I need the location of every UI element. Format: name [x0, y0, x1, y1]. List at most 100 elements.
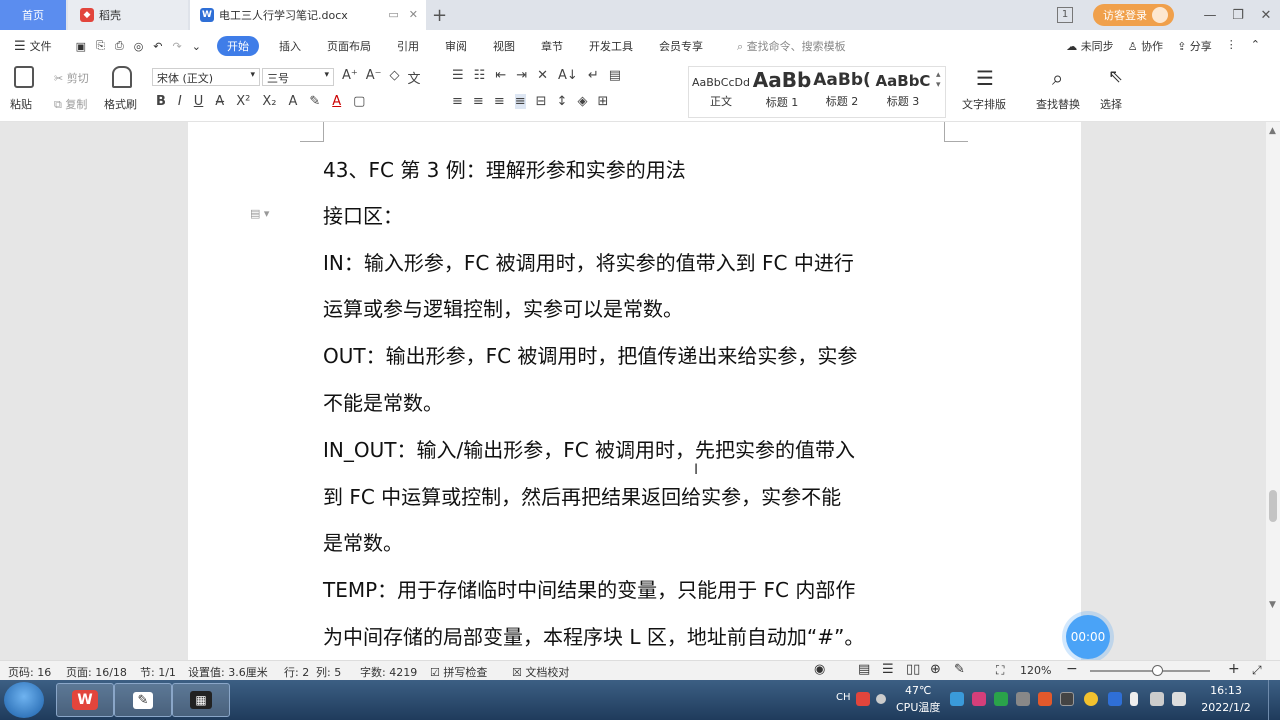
borders-icon[interactable]: ⊞	[597, 94, 608, 109]
tray-coin-icon[interactable]	[1084, 692, 1098, 706]
justify-icon[interactable]: ≡	[514, 94, 526, 109]
style-heading-3[interactable]: AaBbC 标题 3	[872, 68, 934, 116]
highlight-icon[interactable]: ✎	[309, 94, 320, 109]
tab-home[interactable]: 首页	[0, 0, 66, 30]
document-page[interactable]: 43、FC 第 3 例：理解形参和实参的用法 ▤ ▾ 接口区： IN：输入形参，…	[188, 122, 1081, 660]
bullet-list-icon[interactable]: ☰	[452, 68, 464, 83]
status-col[interactable]: 列: 5	[316, 664, 341, 680]
redo-icon[interactable]: ↷	[173, 40, 182, 53]
line-spacing-icon[interactable]: ↕	[557, 94, 568, 109]
print-icon[interactable]: ⎙	[115, 39, 124, 53]
preview-icon[interactable]: ◎	[134, 40, 144, 53]
tab-daoke[interactable]: ◆ 稻壳	[68, 0, 188, 30]
status-setting[interactable]: 设置值: 3.6厘米	[188, 664, 268, 680]
status-word-count[interactable]: 字数: 4219	[360, 664, 417, 680]
page-view-icon[interactable]: ▤	[858, 662, 870, 677]
align-right-icon[interactable]: ≡	[494, 94, 505, 109]
minimize-button[interactable]: —	[1196, 8, 1224, 23]
superscript-icon[interactable]: X²	[236, 94, 250, 109]
guest-login-button[interactable]: 访客登录	[1093, 4, 1174, 26]
cpu-temperature[interactable]: 47℃ CPU温度	[896, 682, 940, 716]
style-heading-1[interactable]: AaBb 标题 1	[752, 68, 812, 116]
scrollbar-thumb[interactable]	[1269, 490, 1277, 522]
menu-developer[interactable]: 开发工具	[589, 38, 633, 54]
paragraph-handle-icon[interactable]: ▤ ▾	[250, 207, 269, 220]
zoom-slider-handle[interactable]	[1152, 665, 1163, 676]
float-window-icon[interactable]: ▭	[388, 8, 398, 21]
start-button[interactable]	[4, 682, 44, 718]
font-shrink-icon[interactable]: A⁻	[366, 68, 382, 87]
menu-start[interactable]: 开始	[216, 36, 259, 56]
tray-notify-icon[interactable]	[1038, 692, 1052, 706]
style-heading-2[interactable]: AaBb( 标题 2	[812, 68, 872, 116]
eye-protection-icon[interactable]: ◉	[814, 662, 825, 677]
save-icon[interactable]: ▣	[76, 40, 86, 53]
menu-review[interactable]: 审阅	[445, 38, 467, 54]
collapse-ribbon-icon[interactable]: ⌃	[1251, 38, 1260, 54]
zoom-level[interactable]: 120%	[1020, 664, 1051, 677]
menu-references[interactable]: 引用	[397, 38, 419, 54]
zoom-slider[interactable]	[1090, 670, 1210, 672]
restore-button[interactable]: ❐	[1224, 8, 1252, 23]
font-size-select[interactable]: 三号 ▾	[262, 68, 334, 86]
find-replace-label[interactable]: 查找替换	[1036, 96, 1080, 112]
reading-view-icon[interactable]: ▯▯	[906, 662, 920, 677]
menu-insert[interactable]: 插入	[279, 38, 301, 54]
input-language[interactable]: CH	[836, 692, 851, 703]
close-window-button[interactable]: ✕	[1252, 8, 1280, 23]
bluetooth-icon[interactable]	[1108, 692, 1122, 706]
export-icon[interactable]: ⎘	[96, 39, 105, 53]
input-mode-icon[interactable]	[876, 694, 886, 704]
vertical-scrollbar[interactable]: ▲ ▼	[1266, 122, 1280, 660]
share-button[interactable]: ⇪ 分享	[1177, 38, 1212, 54]
taskbar-drawing-app[interactable]: ✎	[114, 683, 172, 717]
scroll-up-icon[interactable]: ▲	[1269, 126, 1276, 136]
fit-page-icon[interactable]: ⛶	[996, 663, 1004, 678]
taskbar-recorder[interactable]: ▦	[172, 683, 230, 717]
more-options-icon[interactable]: ⋮	[1226, 38, 1237, 54]
fullscreen-icon[interactable]: ⤢	[1252, 663, 1262, 678]
tray-app-icon[interactable]	[950, 692, 964, 706]
clear-format-icon[interactable]: ◇	[390, 68, 400, 87]
menu-page-layout[interactable]: 页面布局	[327, 38, 371, 54]
status-page-number[interactable]: 页码: 16	[8, 664, 51, 680]
system-clock[interactable]: 16:13 2022/1/2	[1196, 682, 1256, 716]
increase-indent-icon[interactable]: ⇥	[516, 68, 527, 83]
tray-video-icon[interactable]	[1060, 692, 1074, 706]
pinyin-icon[interactable]: 文	[408, 68, 421, 87]
format-painter-button[interactable]	[112, 66, 132, 88]
styles-scroll-icon[interactable]: ▴ ▾	[936, 70, 941, 90]
hamburger-icon[interactable]: ☰	[14, 39, 26, 54]
status-row[interactable]: 行: 2	[284, 664, 309, 680]
menu-view[interactable]: 视图	[493, 38, 515, 54]
font-grow-icon[interactable]: A⁺	[342, 68, 358, 87]
italic-icon[interactable]: I	[178, 94, 182, 109]
sync-button[interactable]: ☁ 未同步	[1066, 38, 1114, 54]
window-count-icon[interactable]: 1	[1057, 7, 1073, 23]
zoom-out-button[interactable]: −	[1066, 661, 1078, 677]
show-desktop-button[interactable]	[1268, 680, 1280, 720]
align-center-icon[interactable]: ≡	[473, 94, 484, 109]
doc-check-button[interactable]: ☒ 文档校对	[512, 664, 569, 680]
tray-clip-icon[interactable]	[994, 692, 1008, 706]
collab-button[interactable]: ♙ 协作	[1128, 38, 1163, 54]
find-replace-icon[interactable]: ⌕	[1052, 66, 1063, 90]
file-menu[interactable]: 文件	[30, 38, 52, 54]
cut-button[interactable]: ✂ 剪切	[54, 70, 89, 86]
text-layout-label[interactable]: 文字排版	[962, 96, 1006, 112]
tray-keyboard-icon[interactable]	[1016, 692, 1030, 706]
chinese-layout-icon[interactable]: ✕	[537, 68, 548, 83]
font-name-select[interactable]: 宋体 (正文) ▾	[152, 68, 260, 86]
show-marks-icon[interactable]: ↵	[588, 68, 599, 83]
paste-button[interactable]	[14, 66, 34, 88]
status-page[interactable]: 页面: 16/18	[66, 664, 127, 680]
status-section[interactable]: 节: 1/1	[140, 664, 176, 680]
menu-chapter[interactable]: 章节	[541, 38, 563, 54]
strikethrough-icon[interactable]: A̶	[215, 94, 224, 109]
web-view-icon[interactable]: ⊕	[930, 662, 941, 677]
distribute-icon[interactable]: ⊟	[536, 94, 547, 109]
zoom-in-button[interactable]: +	[1228, 661, 1240, 677]
sort-icon[interactable]: A↓	[558, 68, 578, 83]
more-dropdown-icon[interactable]: ⌄	[192, 40, 201, 53]
text-effect-icon[interactable]: A	[288, 94, 297, 109]
